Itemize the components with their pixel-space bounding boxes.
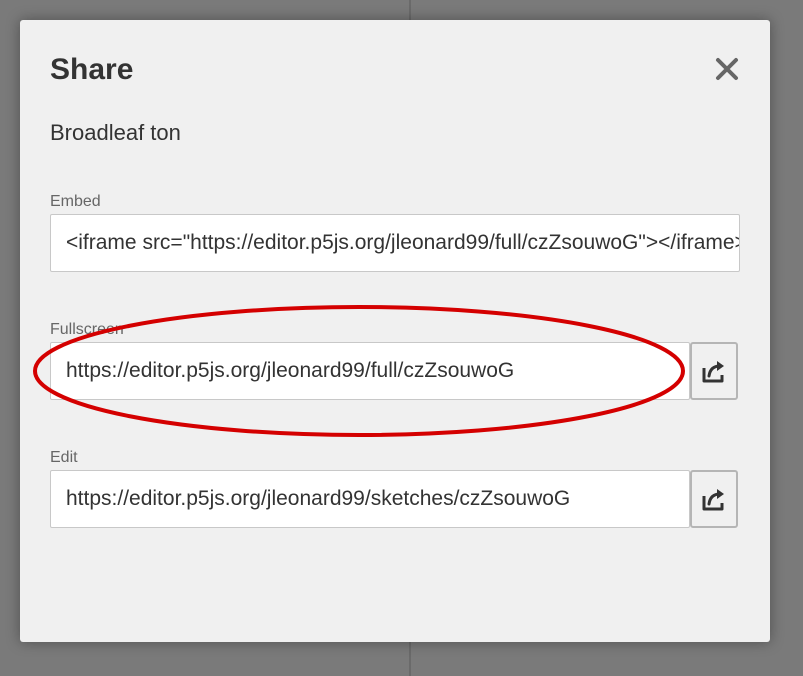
- share-modal: Share Broadleaf ton Embed Fullscreen Edi…: [20, 20, 770, 642]
- close-button[interactable]: [712, 54, 742, 84]
- share-icon: [702, 489, 724, 511]
- close-icon: [716, 58, 738, 80]
- edit-label: Edit: [50, 449, 78, 466]
- embed-label: Embed: [50, 193, 101, 210]
- embed-input[interactable]: [50, 214, 740, 272]
- fullscreen-open-button[interactable]: [690, 342, 738, 400]
- edit-input[interactable]: [50, 470, 690, 528]
- sketch-name: Broadleaf ton: [50, 120, 181, 145]
- fullscreen-label: Fullscreen: [50, 321, 124, 338]
- edit-open-button[interactable]: [690, 470, 738, 528]
- modal-title: Share: [50, 53, 134, 86]
- fullscreen-input[interactable]: [50, 342, 690, 400]
- share-icon: [702, 361, 724, 383]
